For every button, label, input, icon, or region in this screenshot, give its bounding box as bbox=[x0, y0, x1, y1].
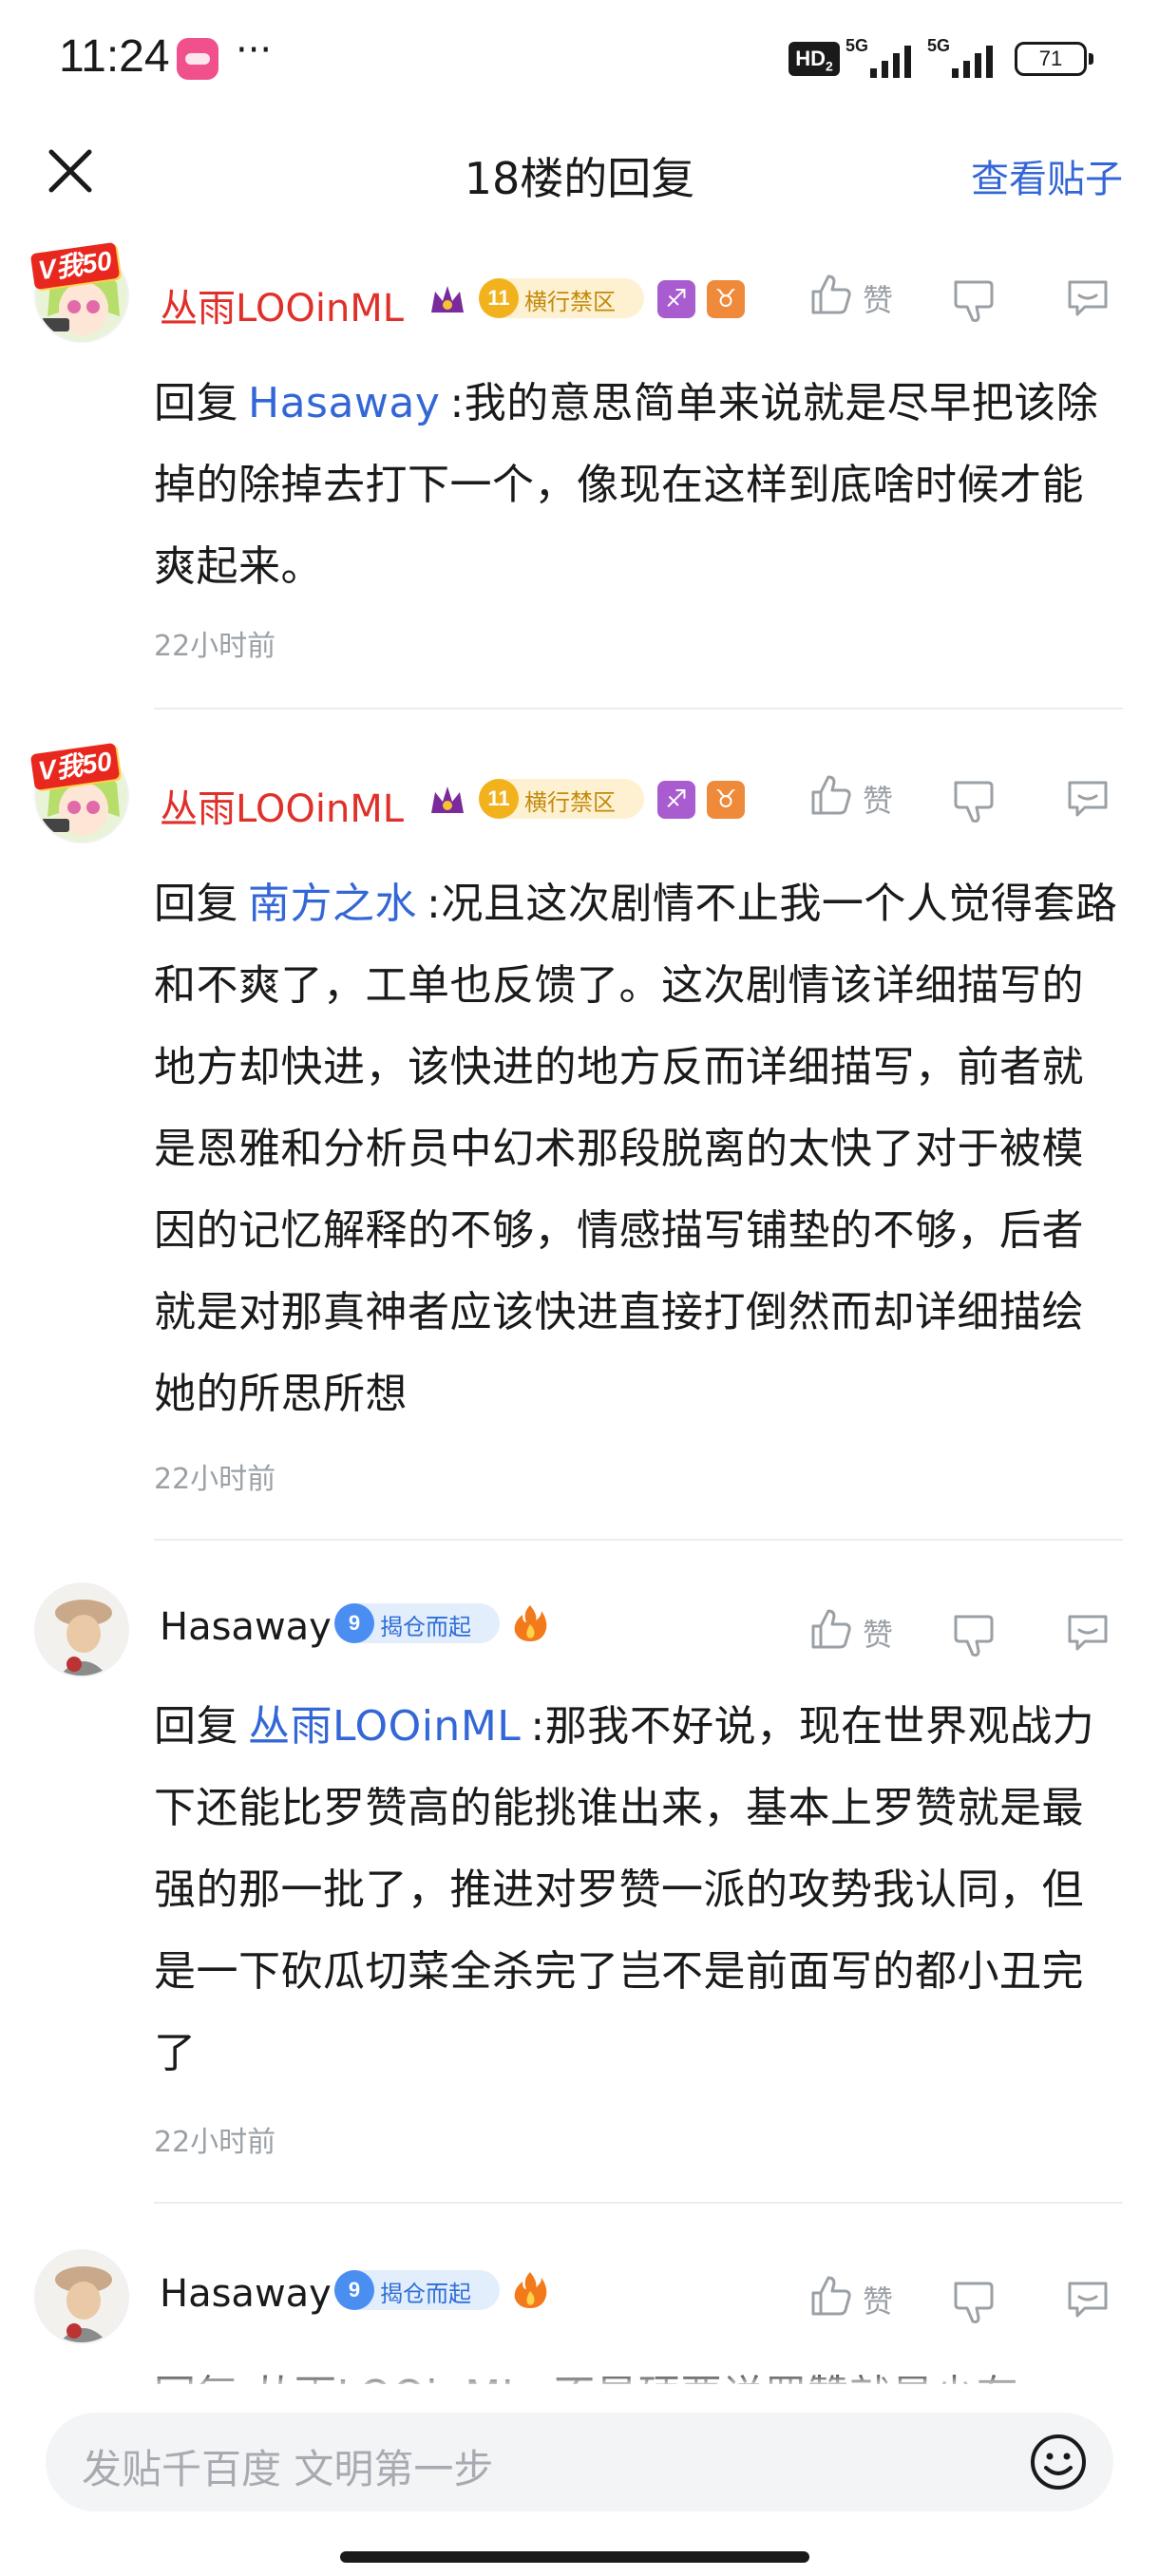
username[interactable]: 丛雨LOOinML bbox=[160, 778, 404, 833]
like-button[interactable]: 赞 bbox=[808, 771, 912, 828]
thumbs-down-icon bbox=[954, 2282, 994, 2323]
reply-time: 22小时前 bbox=[154, 630, 276, 663]
like-label: 赞 bbox=[863, 2283, 894, 2320]
reply-body: :那我不好说，现在世界观战力下还能比罗赞高的能挑谁出来，基本上罗赞就是最强的那一… bbox=[154, 1702, 1095, 2077]
level-badge: 9 揭仓而起 bbox=[334, 1603, 500, 1643]
reply-item: Hasaway 9 揭仓而起 赞 回复 丛雨LOOinML:那我不好说，现在世界观… bbox=[0, 1577, 1159, 2204]
divider bbox=[154, 708, 1123, 710]
reply-item: V我50 丛雨LOOinML 11 横行禁区 ♐ ♉ 赞 回复 Hasaway:我… bbox=[0, 241, 1159, 717]
like-button[interactable]: 赞 bbox=[808, 271, 912, 328]
level-number: 9 bbox=[334, 1603, 374, 1643]
divider bbox=[154, 2202, 1123, 2204]
status-bar: 11:24 ··· HD2 5G 5G 71 bbox=[0, 0, 1159, 114]
reply-body: :况且这次剧情不止我一个人觉得套路和不爽了，工单也反馈了。这次剧情该详细描写的地… bbox=[154, 880, 1118, 1418]
post-input[interactable]: 发贴千百度 文明第一步 bbox=[46, 2413, 1113, 2511]
level-number: 11 bbox=[479, 278, 519, 318]
reply-content: 回复 南方之水:况且这次剧情不止我一个人觉得套路和不爽了，工单也反馈了。这次剧情该… bbox=[154, 863, 1123, 1435]
emoji-icon[interactable] bbox=[1028, 2432, 1089, 2492]
sagittarius-icon: ♐ bbox=[657, 781, 695, 819]
dislike-button[interactable] bbox=[950, 276, 1003, 333]
avatar[interactable]: V我50 bbox=[25, 241, 137, 354]
level-name: 揭仓而起 bbox=[380, 1614, 471, 1640]
like-button[interactable]: 赞 bbox=[808, 2272, 912, 2329]
thumbs-up-icon bbox=[811, 775, 851, 815]
status-time: 11:24 bbox=[59, 31, 170, 82]
thumbs-down-icon bbox=[954, 781, 994, 823]
level-badge: 11 横行禁区 bbox=[479, 779, 644, 819]
like-label: 赞 bbox=[863, 783, 894, 819]
hd-sub: 2 bbox=[825, 58, 833, 74]
reply-time: 22小时前 bbox=[154, 1463, 276, 1496]
avatar[interactable] bbox=[25, 2244, 137, 2356]
crown-icon bbox=[431, 286, 464, 313]
thumbs-up-icon bbox=[811, 275, 851, 314]
hd-label: HD bbox=[795, 47, 826, 70]
header: 18楼的回复 查看贴子 bbox=[0, 114, 1159, 228]
like-label: 赞 bbox=[863, 282, 894, 318]
reply-time: 22小时前 bbox=[154, 2126, 276, 2159]
post-input-placeholder: 发贴千百度 文明第一步 bbox=[82, 2446, 494, 2492]
thumbs-up-icon bbox=[811, 1609, 851, 1649]
sagittarius-icon: ♐ bbox=[657, 280, 695, 318]
thumbs-down-icon bbox=[954, 1615, 994, 1657]
hd-voice-icon: HD2 bbox=[788, 42, 840, 76]
comment-icon bbox=[1068, 781, 1108, 817]
battery-icon: 71 bbox=[1015, 42, 1093, 76]
divider bbox=[154, 1539, 1123, 1541]
crown-icon bbox=[431, 786, 464, 813]
dislike-button[interactable] bbox=[950, 777, 1003, 834]
reply-prefix: 回复 bbox=[154, 1702, 238, 1751]
avatar-image bbox=[34, 1582, 129, 1677]
avatar-image bbox=[34, 2249, 129, 2344]
signal-icon-1: 5G bbox=[846, 36, 931, 80]
mention-link[interactable]: 丛雨LOOinML bbox=[238, 1702, 530, 1751]
reply-prefix: 回复 bbox=[154, 880, 238, 928]
reply-item: V我50 丛雨LOOinML 11 横行禁区 ♐ ♉ 赞 回复 南方之水:况且这次… bbox=[0, 742, 1159, 1560]
comment-button[interactable] bbox=[1064, 775, 1117, 832]
reply-prefix: 回复 bbox=[154, 379, 238, 427]
like-button[interactable]: 赞 bbox=[808, 1605, 912, 1662]
view-post-link[interactable]: 查看贴子 bbox=[971, 148, 1123, 203]
comment-button[interactable] bbox=[1064, 275, 1117, 331]
fire-icon bbox=[514, 1605, 547, 1641]
reply-item: Hasaway 9 揭仓而起 赞 回复 丛雨LOOinML :不是硬要说罗赞就是… bbox=[0, 2244, 1159, 2394]
thumbs-down-icon bbox=[954, 280, 994, 322]
home-indicator[interactable] bbox=[340, 2551, 809, 2563]
signal-icon-2: 5G bbox=[927, 36, 1013, 80]
like-label: 赞 bbox=[863, 1617, 894, 1653]
dislike-button[interactable] bbox=[950, 2278, 1003, 2335]
level-badge: 11 横行禁区 bbox=[479, 278, 644, 318]
dislike-button[interactable] bbox=[950, 1611, 1003, 1668]
comment-button[interactable] bbox=[1064, 1609, 1117, 1666]
comment-icon bbox=[1068, 1615, 1108, 1651]
level-badge: 9 揭仓而起 bbox=[334, 2270, 500, 2310]
comment-icon bbox=[1068, 280, 1108, 316]
mention-link[interactable]: 南方之水 bbox=[238, 880, 427, 928]
avatar[interactable] bbox=[25, 1577, 137, 1689]
username[interactable]: Hasaway bbox=[160, 1605, 332, 1649]
reply-content: 回复 Hasaway:我的意思简单来说就是尽早把该除掉的除掉去打下一个，像现在这样… bbox=[154, 363, 1123, 608]
level-name: 横行禁区 bbox=[524, 789, 616, 816]
thumbs-up-icon bbox=[811, 2276, 851, 2316]
avatar[interactable]: V我50 bbox=[25, 742, 137, 855]
username[interactable]: 丛雨LOOinML bbox=[160, 277, 404, 332]
comment-icon bbox=[1068, 2282, 1108, 2318]
username[interactable]: Hasaway bbox=[160, 2272, 332, 2316]
more-notifications-icon: ··· bbox=[236, 28, 273, 72]
level-name: 横行禁区 bbox=[524, 289, 616, 315]
app-notification-icon bbox=[177, 38, 218, 80]
signal-1-label: 5G bbox=[846, 36, 869, 55]
taurus-icon: ♉ bbox=[707, 280, 745, 318]
signal-2-label: 5G bbox=[927, 36, 951, 55]
level-number: 9 bbox=[334, 2270, 374, 2310]
mention-link[interactable]: Hasaway bbox=[238, 379, 449, 427]
level-number: 11 bbox=[479, 779, 519, 819]
taurus-icon: ♉ bbox=[707, 781, 745, 819]
fire-icon bbox=[514, 2272, 547, 2308]
reply-content: 回复 丛雨LOOinML:那我不好说，现在世界观战力下还能比罗赞高的能挑谁出来，基… bbox=[154, 1686, 1123, 2094]
comment-button[interactable] bbox=[1064, 2276, 1117, 2333]
level-name: 揭仓而起 bbox=[380, 2281, 471, 2307]
composer-bar: 发贴千百度 文明第一步 bbox=[0, 2384, 1159, 2576]
